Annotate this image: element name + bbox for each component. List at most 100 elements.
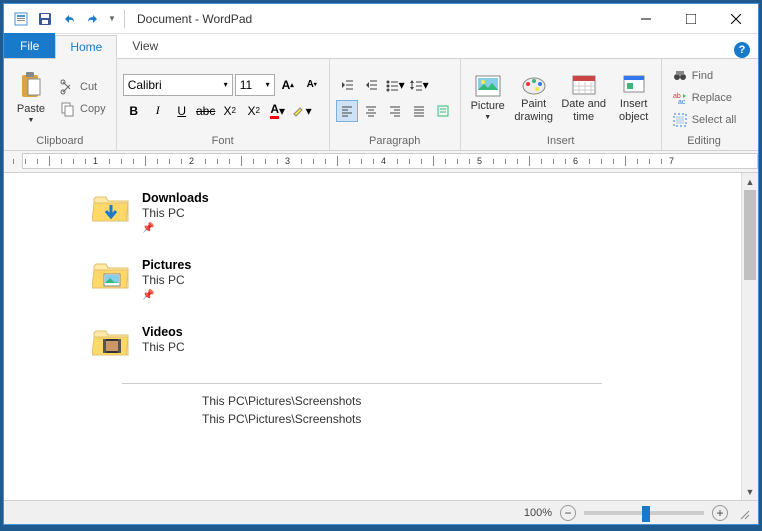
quick-access-toolbar: ▼ bbox=[4, 8, 129, 30]
find-label: Find bbox=[692, 70, 713, 82]
save-icon[interactable] bbox=[34, 8, 56, 30]
paragraph-group-label: Paragraph bbox=[336, 133, 454, 149]
align-center-button[interactable] bbox=[360, 100, 382, 122]
editing-group-label: Editing bbox=[668, 133, 741, 149]
subscript-button[interactable]: X2 bbox=[219, 100, 241, 122]
folder-item: Videos This PC bbox=[92, 325, 741, 359]
paste-label: Paste bbox=[17, 103, 45, 115]
folder-name: Videos bbox=[142, 325, 185, 339]
folder-icon bbox=[92, 258, 130, 292]
paragraph-group: ▾ ▾ Paragraph bbox=[330, 59, 461, 150]
shrink-font-button[interactable]: A▾ bbox=[301, 74, 323, 96]
scroll-up-button[interactable]: ▲ bbox=[742, 173, 758, 190]
bold-button[interactable]: B bbox=[123, 100, 145, 122]
folder-name: Pictures bbox=[142, 258, 191, 272]
file-tab[interactable]: File bbox=[4, 33, 55, 58]
selectall-label: Select all bbox=[692, 114, 737, 126]
bullets-button[interactable]: ▾ bbox=[384, 74, 406, 96]
minimize-button[interactable] bbox=[623, 5, 668, 33]
clipboard-group-label: Clipboard bbox=[10, 133, 110, 149]
text-color-button[interactable]: A▾ bbox=[267, 100, 289, 122]
svg-text:ac: ac bbox=[678, 99, 686, 106]
folder-location: This PC bbox=[142, 206, 209, 220]
folder-location: This PC bbox=[142, 340, 185, 354]
folder-item: Downloads This PC 📌 bbox=[92, 191, 741, 234]
selectall-button[interactable]: Select all bbox=[668, 109, 741, 130]
datetime-button[interactable]: Date and time bbox=[559, 65, 609, 131]
divider bbox=[122, 383, 602, 384]
cut-label: Cut bbox=[80, 81, 97, 93]
zoom-slider[interactable] bbox=[584, 511, 704, 515]
document-area: Downloads This PC 📌 Pictures This PC 📌 V… bbox=[4, 173, 758, 500]
zoom-level: 100% bbox=[524, 507, 552, 519]
replace-button[interactable]: abac Replace bbox=[668, 87, 741, 108]
grow-font-button[interactable]: A▴ bbox=[277, 74, 299, 96]
highlight-button[interactable]: ▾ bbox=[291, 100, 313, 122]
zoom-in-button[interactable]: + bbox=[712, 505, 728, 521]
font-group: Calibri▾ 11▾ A▴ A▾ B I U abc X2 X2 A▾ ▾ bbox=[117, 59, 330, 150]
insert-group: Picture▼ Paint drawing Date and time Ins… bbox=[461, 59, 662, 150]
redo-icon[interactable] bbox=[82, 8, 104, 30]
justify-button[interactable] bbox=[408, 100, 430, 122]
resize-grip-icon[interactable] bbox=[736, 506, 750, 520]
editing-group: Find abac Replace Select all Editing bbox=[662, 59, 747, 150]
undo-icon[interactable] bbox=[58, 8, 80, 30]
datetime-label: Date and time bbox=[559, 98, 609, 122]
path-text: This PC\Pictures\Screenshots bbox=[202, 412, 741, 426]
scroll-thumb[interactable] bbox=[744, 190, 756, 280]
font-name-combo[interactable]: Calibri▾ bbox=[123, 74, 233, 96]
ribbon-tabs: File Home View ? bbox=[4, 34, 758, 59]
wordpad-icon[interactable] bbox=[10, 8, 32, 30]
qat-dropdown-icon[interactable]: ▼ bbox=[106, 8, 118, 30]
font-size-combo[interactable]: 11▾ bbox=[235, 74, 275, 96]
document-content[interactable]: Downloads This PC 📌 Pictures This PC 📌 V… bbox=[4, 173, 741, 500]
copy-icon bbox=[60, 101, 76, 117]
folder-item: Pictures This PC 📌 bbox=[92, 258, 741, 301]
folder-icon bbox=[92, 191, 130, 225]
maximize-button[interactable] bbox=[668, 5, 713, 33]
replace-label: Replace bbox=[692, 92, 732, 104]
folder-location: This PC bbox=[142, 273, 191, 287]
selectall-icon bbox=[672, 112, 688, 128]
strikethrough-button[interactable]: abc bbox=[195, 100, 217, 122]
align-left-button[interactable] bbox=[336, 100, 358, 122]
close-button[interactable] bbox=[713, 5, 758, 33]
insert-group-label: Insert bbox=[467, 133, 655, 149]
wordpad-window: ▼ Document - WordPad File Home View ? Pa… bbox=[3, 3, 759, 525]
paste-button[interactable]: Paste ▼ bbox=[10, 65, 52, 131]
italic-button[interactable]: I bbox=[147, 100, 169, 122]
help-icon[interactable]: ? bbox=[734, 42, 750, 58]
paint-label: Paint drawing bbox=[513, 98, 555, 122]
picture-label: Picture bbox=[471, 100, 505, 112]
object-button[interactable]: Insert object bbox=[613, 65, 655, 131]
window-title: Document - WordPad bbox=[129, 12, 623, 26]
superscript-button[interactable]: X2 bbox=[243, 100, 265, 122]
zoom-out-button[interactable]: − bbox=[560, 505, 576, 521]
cut-button[interactable]: Cut bbox=[56, 76, 110, 97]
copy-button[interactable]: Copy bbox=[56, 98, 110, 119]
align-right-button[interactable] bbox=[384, 100, 406, 122]
window-controls bbox=[623, 5, 758, 33]
increase-indent-button[interactable] bbox=[360, 74, 382, 96]
line-spacing-button[interactable]: ▾ bbox=[408, 74, 430, 96]
pin-icon: 📌 bbox=[142, 223, 209, 234]
vertical-scrollbar[interactable]: ▲ ▼ bbox=[741, 173, 758, 500]
folder-name: Downloads bbox=[142, 191, 209, 205]
titlebar: ▼ Document - WordPad bbox=[4, 4, 758, 34]
copy-label: Copy bbox=[80, 103, 106, 115]
pin-icon: 📌 bbox=[142, 290, 191, 301]
home-tab[interactable]: Home bbox=[55, 35, 117, 59]
paragraph-dialog-button[interactable] bbox=[432, 100, 454, 122]
font-group-label: Font bbox=[123, 133, 323, 149]
find-button[interactable]: Find bbox=[668, 65, 741, 86]
separator bbox=[124, 10, 125, 28]
view-tab[interactable]: View bbox=[117, 34, 173, 58]
folder-icon bbox=[92, 325, 130, 359]
picture-button[interactable]: Picture▼ bbox=[467, 65, 509, 131]
underline-button[interactable]: U bbox=[171, 100, 193, 122]
scroll-down-button[interactable]: ▼ bbox=[742, 483, 758, 500]
paint-button[interactable]: Paint drawing bbox=[513, 65, 555, 131]
ribbon: Paste ▼ Cut Copy Clipboard bbox=[4, 59, 758, 151]
decrease-indent-button[interactable] bbox=[336, 74, 358, 96]
ruler[interactable]: 1234567 bbox=[4, 151, 758, 173]
